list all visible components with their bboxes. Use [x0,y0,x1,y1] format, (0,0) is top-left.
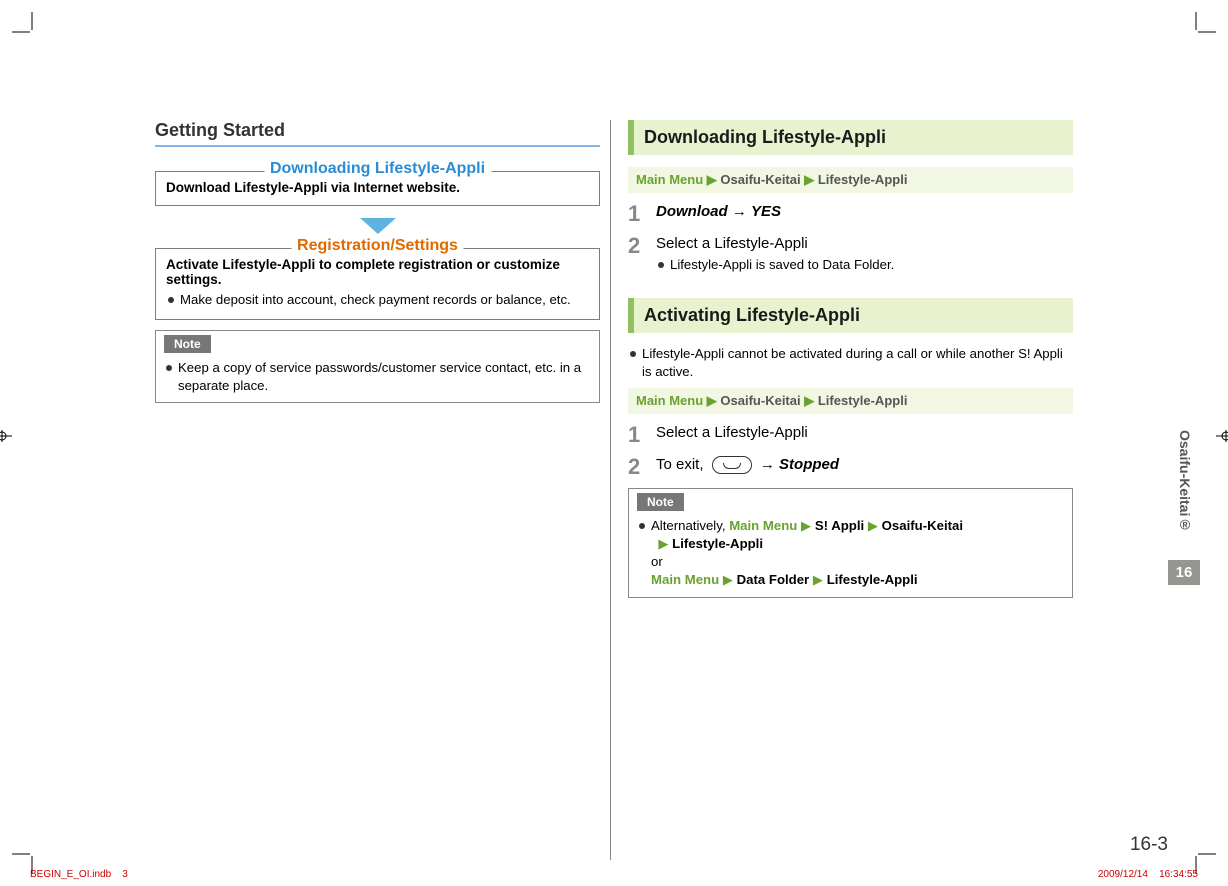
note-alt-label: Alternatively, [651,518,729,533]
nav-lifestyle: Lifestyle-Appli [818,172,908,187]
side-tab-label: Osaifu-Keitai® [1177,430,1193,532]
note-or: or [651,554,663,569]
note-tag: Note [164,335,211,353]
nav-lifestyle: Lifestyle-Appli [818,393,908,408]
nav-path-2: Main Menu ▶ Osaifu-Keitai ▶ Lifestyle-Ap… [628,388,1073,414]
step-text: Download → YES [656,203,1073,225]
box-registration-bullet: Make deposit into account, check payment… [166,291,589,309]
note-tag: Note [637,493,684,511]
document-page: Getting Started Downloading Lifestyle-Ap… [0,0,1228,886]
step-1b: 1 Select a Lifestyle-Appli [628,424,1073,446]
step-text: Select a Lifestyle-Appli Lifestyle-Appli… [656,235,1073,274]
footer-time: 16:34:55 [1159,869,1198,880]
section2-intro-bullets: Lifestyle-Appli cannot be activated duri… [628,345,1073,381]
note-left-bullet: Keep a copy of service passwords/custome… [164,359,591,395]
nav-osaifu: Osaifu-Keitai [882,518,963,533]
footer-filename: BEGIN_E_OI.indb 3 [30,869,128,880]
page-number: 16-3 [1130,834,1168,856]
section-activating: Activating Lifestyle-Appli [628,298,1073,333]
step-yes: YES [751,203,781,220]
box-downloading-text: Download Lifestyle-Appli via Internet we… [166,180,589,195]
right-column: Downloading Lifestyle-Appli Main Menu ▶ … [628,120,1073,598]
registration-mark-left [0,430,12,442]
nav-main-menu: Main Menu [651,572,719,587]
step-text: To exit, → Stopped [656,456,1073,478]
note-right-bullets: Alternatively, Main Menu ▶ S! Appli ▶ Os… [637,517,1064,588]
section2-intro-bullet: Lifestyle-Appli cannot be activated duri… [628,345,1073,381]
step-exit: To exit, [656,456,704,473]
heading-getting-started: Getting Started [155,120,600,141]
nav-main-menu: Main Menu [729,518,797,533]
nav-lifestyle: Lifestyle-Appli [672,536,763,551]
legend-downloading: Downloading Lifestyle-Appli [264,160,491,178]
note-right-bullet: Alternatively, Main Menu ▶ S! Appli ▶ Os… [637,517,1064,588]
box-registration-text: Activate Lifestyle-Appli to complete reg… [166,257,589,287]
chapter-badge: 16 [1168,560,1200,585]
legend-registration: Registration/Settings [291,237,464,255]
step-stopped: Stopped [779,456,839,473]
footer-timestamp: 2009/12/14 16:34:55 [1098,869,1198,880]
step-2b: 2 To exit, → Stopped [628,456,1073,478]
box-registration-bullets: Make deposit into account, check payment… [166,291,589,309]
nav-datafolder: Data Folder [737,572,810,587]
step-text: Select a Lifestyle-Appli [656,424,1073,446]
note-box-right: Note Alternatively, Main Menu ▶ S! Appli… [628,488,1073,597]
heading-underline [155,145,600,147]
footer-file: BEGIN_E_OI.indb [30,869,111,880]
end-key-icon [712,456,752,474]
step-num: 2 [628,456,646,478]
step-select: Select a Lifestyle-Appli [656,235,808,252]
section-downloading: Downloading Lifestyle-Appli [628,120,1073,155]
step-2a: 2 Select a Lifestyle-Appli Lifestyle-App… [628,235,1073,274]
nav-osaifu: Osaifu-Keitai [720,393,800,408]
step-download: Download [656,203,728,220]
step-bullets: Lifestyle-Appli is saved to Data Folder. [656,256,1073,274]
crop-mark-tr [1176,12,1216,52]
box-registration: Registration/Settings Activate Lifestyle… [155,248,600,320]
nav-sappli: S! Appli [815,518,864,533]
nav-path-1: Main Menu ▶ Osaifu-Keitai ▶ Lifestyle-Ap… [628,167,1073,193]
step-bullet: Lifestyle-Appli is saved to Data Folder. [656,256,1073,274]
nav-osaifu: Osaifu-Keitai [720,172,800,187]
arrow-down-icon [360,218,396,234]
note-box-left: Note Keep a copy of service passwords/cu… [155,330,600,404]
footer-date: 2009/12/14 [1098,869,1148,880]
crop-mark-tl [12,12,52,52]
note-left-bullets: Keep a copy of service passwords/custome… [164,359,591,395]
nav-lifestyle: Lifestyle-Appli [827,572,918,587]
box-downloading: Downloading Lifestyle-Appli Download Lif… [155,171,600,206]
step-num: 2 [628,235,646,274]
step-1a: 1 Download → YES [628,203,1073,225]
registration-mark-right [1216,430,1228,442]
nav-main-menu: Main Menu [636,393,703,408]
step-num: 1 [628,424,646,446]
crop-mark-br [1176,834,1216,874]
crop-mark-bl [12,834,52,874]
nav-main-menu: Main Menu [636,172,703,187]
left-column: Getting Started Downloading Lifestyle-Ap… [155,120,600,403]
step-num: 1 [628,203,646,225]
footer-sheet: 3 [122,869,128,880]
column-divider [610,120,611,860]
